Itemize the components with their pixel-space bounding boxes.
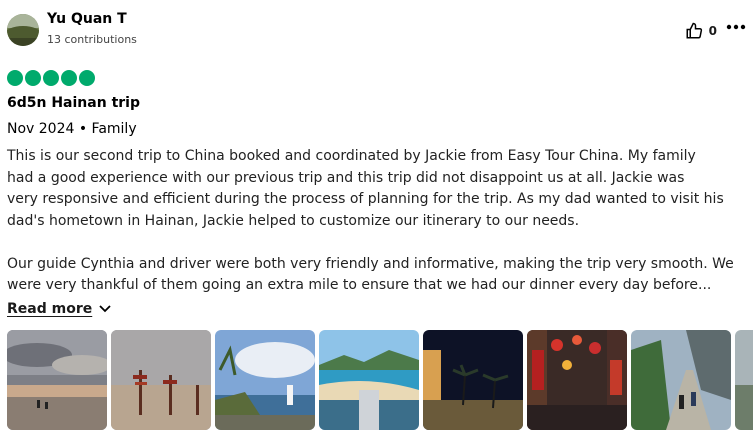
contributions-count: 13 contributions [47, 33, 137, 46]
thumbs-up-icon [686, 22, 702, 39]
rating-bubble [79, 70, 95, 86]
photo-mountain-bridge[interactable] [631, 330, 731, 430]
review-body-line [7, 232, 753, 254]
review-body-line: Our guide Cynthia and driver were both v… [7, 255, 734, 272]
user-name[interactable]: Yu Quan T [47, 11, 127, 27]
review-body-line: dad's hometown in Hainan, Jackie helped … [7, 212, 580, 229]
photo-lantern-street[interactable] [527, 330, 627, 430]
review-body-line: had a good experience with our previous … [7, 169, 685, 186]
chevron-down-icon [99, 305, 111, 313]
review-body: This is our second trip to China booked … [7, 146, 753, 297]
avatar[interactable] [7, 14, 39, 46]
review-header: Yu Quan T 13 contributions 0 [7, 11, 753, 47]
rating-bubble [25, 70, 41, 86]
review-body-line: This is our second trip to China booked … [7, 148, 696, 164]
review-body-line: were very thankful of them going an extr… [7, 277, 712, 293]
photo-strip [7, 330, 753, 430]
review-title[interactable]: 6d5n Hainan trip [7, 95, 140, 111]
trip-meta: Nov 2024 • Family [7, 121, 137, 137]
photo-cloudy-beach[interactable] [7, 330, 107, 430]
read-more-label: Read more [7, 301, 93, 317]
photo-coast-lighthouse[interactable] [215, 330, 315, 430]
photo-night-palms[interactable] [423, 330, 523, 430]
read-more-button[interactable]: Read more [7, 301, 112, 317]
rating-bubble [7, 70, 23, 86]
review-body-line: very responsive and efficient during the… [7, 191, 724, 207]
rating-bubbles [7, 70, 95, 86]
photo-bay-aerial[interactable] [319, 330, 419, 430]
like-button[interactable]: 0 [685, 22, 717, 40]
photo-partial[interactable] [735, 330, 753, 430]
more-options-button[interactable] [725, 18, 747, 36]
ellipsis-icon [726, 24, 746, 30]
rating-bubble [43, 70, 59, 86]
like-count: 0 [708, 24, 717, 38]
rating-bubble [61, 70, 77, 86]
photo-signposts-beach[interactable] [111, 330, 211, 430]
